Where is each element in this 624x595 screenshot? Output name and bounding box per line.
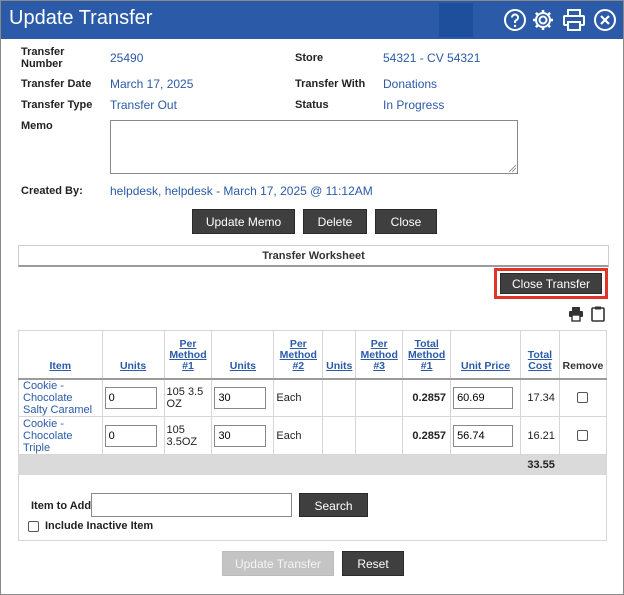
units-3-cell (322, 416, 357, 455)
store-value: 54321 - CV 54321 (383, 51, 481, 65)
gear-icon[interactable] (531, 8, 555, 32)
col-total-method-1[interactable]: Total Method #1 (402, 330, 452, 379)
worksheet-header: Transfer Worksheet (18, 245, 609, 267)
unit-price-input[interactable] (453, 424, 514, 447)
transfer-type-label: Transfer Type (21, 99, 93, 111)
print-icon[interactable] (562, 8, 586, 32)
per-method-1-value: 105 3.5 OZ (163, 378, 213, 417)
transfer-with-label: Transfer With (295, 78, 366, 90)
update-transfer-button[interactable]: Update Transfer (222, 551, 334, 576)
item-to-add-label: Item to Add: (31, 500, 95, 512)
dialog-title: Update Transfer (9, 7, 153, 29)
title-bar: Update Transfer (1, 1, 623, 39)
total-method-1-value: 0.2857 (402, 378, 452, 417)
remove-checkbox[interactable] (577, 392, 589, 404)
include-inactive-option[interactable]: Include Inactive Item (28, 520, 153, 532)
reset-button[interactable]: Reset (342, 551, 404, 576)
col-per-method-1[interactable]: Per Method #1 (163, 330, 213, 379)
per-method-3-cell (355, 378, 404, 417)
grand-total-value: 33.55 (519, 454, 560, 475)
table-row: Cookie - Chocolate Triple 105 3.5OZ Each… (18, 416, 608, 455)
col-unit-price[interactable]: Unit Price (450, 330, 521, 379)
units-1-input[interactable] (104, 424, 157, 447)
table-header-row: Item Units Per Method #1 Units Per Metho… (18, 330, 608, 379)
close-transfer-highlight: Close Transfer (494, 268, 608, 299)
item-link[interactable]: Cookie - Chocolate Triple (18, 416, 103, 455)
include-inactive-checkbox[interactable] (28, 520, 39, 532)
transfer-type-value: Transfer Out (110, 98, 177, 112)
totals-row: 33.55 (18, 454, 608, 475)
item-to-add-input[interactable] (91, 493, 292, 517)
col-remove: Remove (558, 330, 608, 379)
total-cost-value: 17.34 (519, 378, 560, 417)
table-row: Cookie - Chocolate Salty Caramel 105 3.5… (18, 378, 608, 417)
col-item[interactable]: Item (18, 330, 103, 379)
total-cost-value: 16.21 (519, 416, 560, 455)
transfer-date-value: March 17, 2025 (110, 77, 194, 91)
help-icon[interactable] (503, 8, 527, 32)
update-memo-button[interactable]: Update Memo (192, 209, 295, 234)
include-inactive-label: Include Inactive Item (45, 520, 154, 532)
units-2-input[interactable] (214, 424, 267, 447)
close-button[interactable]: Close (375, 209, 437, 234)
created-by-value: helpdesk, helpdesk - March 17, 2025 @ 11… (110, 184, 373, 198)
units-3-cell (322, 378, 357, 417)
col-total-cost[interactable]: Total Cost (519, 330, 560, 379)
transfer-date-label: Transfer Date (21, 78, 92, 90)
col-units-2[interactable]: Units (211, 330, 275, 379)
header-block (439, 3, 473, 37)
item-link[interactable]: Cookie - Chocolate Salty Caramel (18, 378, 103, 417)
memo-label: Memo (21, 120, 53, 132)
resize-grip-icon[interactable] (508, 164, 516, 172)
transfer-with-value: Donations (383, 77, 438, 91)
remove-checkbox[interactable] (577, 430, 589, 442)
clipboard-icon[interactable] (590, 306, 606, 322)
delete-button[interactable]: Delete (303, 209, 367, 234)
units-2-input[interactable] (214, 386, 267, 409)
created-by-label: Created By: (21, 185, 83, 197)
col-per-method-2[interactable]: Per Method #2 (273, 330, 324, 379)
transfer-number-value: 25490 (110, 51, 144, 65)
worksheet-table: Item Units Per Method #1 Units Per Metho… (18, 330, 608, 475)
per-method-2-value: Each (273, 378, 324, 417)
status-value: In Progress (383, 98, 445, 112)
unit-price-input[interactable] (453, 386, 514, 409)
units-1-input[interactable] (104, 386, 157, 409)
memo-textarea[interactable] (110, 120, 518, 174)
col-units-1[interactable]: Units (101, 330, 165, 379)
status-label: Status (295, 99, 329, 111)
per-method-2-value: Each (273, 416, 324, 455)
close-transfer-button[interactable]: Close Transfer (500, 273, 602, 294)
col-per-method-3[interactable]: Per Method #3 (355, 330, 404, 379)
store-label: Store (295, 52, 324, 64)
print-icon[interactable] (568, 306, 584, 322)
close-icon[interactable] (593, 8, 617, 32)
per-method-1-value: 105 3.5OZ (163, 416, 213, 455)
per-method-3-cell (355, 416, 404, 455)
transfer-number-label: Transfer Number (21, 46, 65, 70)
col-units-3[interactable]: Units (322, 330, 357, 379)
total-method-1-value: 0.2857 (402, 416, 452, 455)
search-button[interactable]: Search (299, 493, 368, 517)
